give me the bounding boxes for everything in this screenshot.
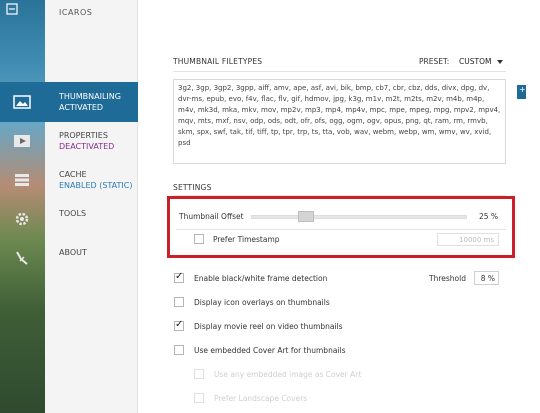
icon-overlays-label: Display icon overlays on thumbnails — [194, 298, 330, 307]
sidebar-item-status: DEACTIVATED — [59, 142, 115, 151]
preset-label: PRESET: — [419, 57, 450, 66]
sidebar: ICAROS THUMBNAILING ACTIVATED PROPERTIES… — [0, 0, 138, 413]
sidebar-item-label: CACHE — [59, 170, 87, 179]
threshold-label: Threshold — [429, 274, 466, 283]
app-logo-icon — [6, 3, 18, 15]
timestamp-input[interactable]: 10000 ms — [437, 233, 499, 246]
sidebar-item-tools[interactable]: TOOLS — [0, 199, 138, 239]
cover-art-checkbox[interactable] — [174, 345, 184, 355]
sidebar-item-properties[interactable]: PROPERTIES DEACTIVATED — [0, 121, 138, 161]
prefer-landscape-label: Prefer Landscape Covers — [214, 394, 308, 403]
prefer-timestamp-checkbox[interactable] — [194, 234, 204, 244]
sidebar-item-status: ENABLED (STATIC) — [59, 181, 133, 190]
divider — [173, 71, 506, 72]
movie-reel-checkbox[interactable] — [174, 319, 184, 331]
plus-icon: + — [519, 85, 526, 94]
icon-overlays-checkbox[interactable] — [174, 297, 184, 307]
sidebar-item-status: ACTIVATED — [59, 103, 104, 112]
sidebar-item-thumbnailing[interactable]: THUMBNAILING ACTIVATED — [0, 82, 138, 122]
highlight-box — [167, 196, 515, 258]
feather-icon — [16, 251, 28, 265]
cover-art-label: Use embedded Cover Art for thumbnails — [194, 346, 346, 355]
video-icon — [14, 135, 30, 147]
thumbnail-offset-value: 25 % — [479, 212, 499, 221]
movie-reel-label: Display movie reel on video thumbnails — [194, 322, 343, 331]
chevron-down-icon[interactable] — [497, 60, 503, 64]
image-icon — [12, 93, 32, 111]
sidebar-item-label: ABOUT — [59, 248, 87, 257]
bw-frame-detection-checkbox[interactable] — [174, 271, 184, 283]
sidebar-item-label: THUMBNAILING — [59, 92, 121, 101]
slider-handle[interactable] — [298, 211, 314, 222]
thumbnail-offset-label: Thumbnail Offset — [179, 212, 244, 221]
prefer-landscape-checkbox[interactable] — [194, 393, 204, 403]
threshold-input[interactable]: 8 % — [474, 271, 499, 285]
prefer-timestamp-label: Prefer Timestamp — [213, 235, 280, 244]
app-title: ICAROS — [59, 8, 93, 17]
gear-icon — [15, 212, 29, 226]
add-bookmark-button[interactable]: + — [517, 85, 526, 99]
sidebar-item-label: PROPERTIES — [59, 131, 108, 140]
thumbnail-offset-slider[interactable] — [251, 215, 467, 219]
filetypes-title: THUMBNAIL FILETYPES — [173, 57, 263, 66]
sidebar-item-about[interactable]: ABOUT — [0, 238, 138, 278]
bw-frame-detection-label: Enable black/white frame detection — [194, 274, 328, 283]
preset-dropdown[interactable]: CUSTOM — [459, 57, 491, 66]
filetypes-textarea[interactable]: 3g2, 3gp, 3gp2, 3gpp, aiff, amv, ape, as… — [173, 79, 506, 164]
any-embedded-image-label: Use any embedded image as Cover Art — [214, 370, 362, 379]
database-icon — [15, 174, 29, 186]
settings-title: SETTINGS — [173, 183, 212, 192]
any-embedded-image-checkbox[interactable] — [194, 369, 204, 379]
sidebar-item-label: TOOLS — [59, 209, 87, 218]
divider — [176, 229, 506, 230]
sidebar-item-cache[interactable]: CACHE ENABLED (STATIC) — [0, 160, 138, 200]
